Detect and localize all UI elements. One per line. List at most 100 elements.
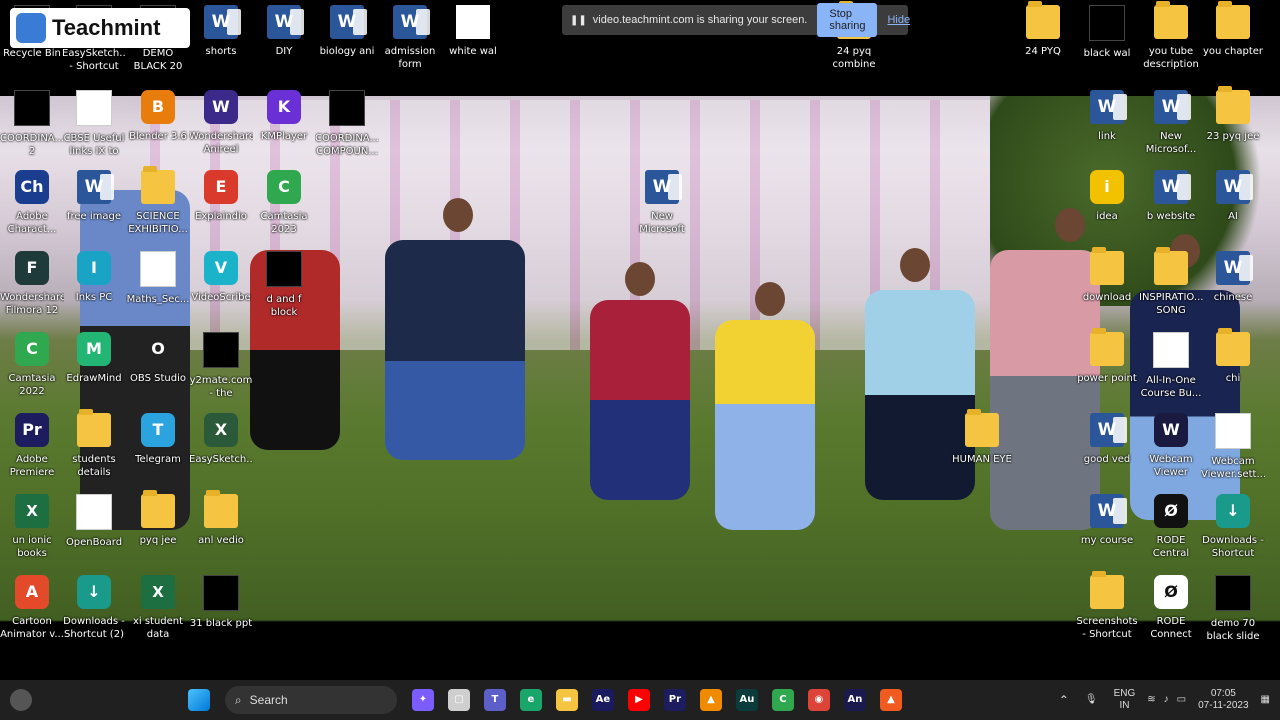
word-document-icon: W [1090, 90, 1127, 124]
battery-icon[interactable]: ▭ [1177, 694, 1186, 706]
desktop-icon[interactable]: chi [1201, 328, 1265, 412]
desktop-icon[interactable]: C Camtasia 2022 [0, 332, 64, 412]
youtube-icon[interactable]: ▶ [627, 689, 650, 711]
desktop-icon[interactable]: O OBS Studio [126, 332, 190, 412]
desktop-icon[interactable]: Wchinese [1201, 251, 1265, 331]
desktop-icon[interactable]: Xun ionic books [0, 494, 64, 574]
desktop-icon[interactable]: All-In-One Course Bu... [1139, 332, 1203, 412]
desktop-icon[interactable]: white wal [441, 5, 505, 85]
desktop-icon-label: Adobe Charact... [7, 211, 57, 235]
premiere-pro-icon[interactable]: Pr [663, 689, 686, 711]
desktop-icon[interactable]: 24 PYQ [1011, 1, 1075, 85]
desktop-icon[interactable]: Ch Adobe Charact... [0, 170, 64, 250]
file-explorer-icon[interactable]: ▬ [555, 689, 578, 711]
desktop-icon[interactable]: Wshorts [189, 5, 253, 85]
desktop-icon[interactable]: SCIENCE EXHIBITIO... [126, 166, 190, 250]
desktop-icon[interactable]: i idea [1075, 170, 1139, 250]
stop-sharing-button[interactable]: Stop sharing [817, 3, 878, 37]
desktop-icon[interactable]: pyq jee [126, 490, 190, 574]
start-button[interactable] [187, 689, 210, 711]
desktop-icon-label: AI [1228, 211, 1238, 222]
desktop-icon[interactable]: COORDINA... 2 [0, 90, 64, 170]
desktop-icon[interactable]: Wadmission form [378, 5, 442, 85]
after-effects-icon[interactable]: Ae [591, 689, 614, 711]
desktop-icon[interactable]: F Wondershare Filmora 12 [0, 251, 64, 331]
desktop-icon[interactable]: black wal [1075, 5, 1139, 85]
desktop-icon[interactable]: Wgood ved [1075, 413, 1139, 493]
desktop-icon[interactable]: anl vedio [189, 490, 253, 574]
desktop-icon[interactable]: Screenshots - Shortcut [1075, 571, 1139, 655]
desktop-icon[interactable]: 31 black ppt [189, 575, 253, 655]
desktop-icon[interactable]: T Telegram [126, 413, 190, 493]
desktop-icon[interactable]: students details [62, 409, 126, 493]
audition-icon[interactable]: Au [735, 689, 758, 711]
brave-icon[interactable]: ▲ [879, 689, 902, 711]
desktop-icon[interactable]: Wbiology ani [315, 5, 379, 85]
folder-icon [77, 409, 111, 447]
desktop-icon[interactable]: Wb website [1139, 170, 1203, 250]
camtasia-icon[interactable]: C [771, 689, 794, 711]
desktop-icon[interactable]: you tube description [1139, 1, 1203, 85]
desktop-icon[interactable]: INSPIRATIO... SONG [1139, 247, 1203, 331]
desktop-icon[interactable]: W New Microsof... [1139, 90, 1203, 170]
desktop-icon[interactable]: Ø RODE Connect [1139, 575, 1203, 655]
desktop-icon-label: 31 black ppt [189, 618, 253, 629]
desktop-icon[interactable]: ↓ Downloads - Shortcut [1201, 494, 1265, 574]
desktop-icon[interactable]: OpenBoard [62, 494, 126, 574]
desktop-icon[interactable]: Ø RODE Central [1139, 494, 1203, 574]
animate-icon[interactable]: An [843, 689, 866, 711]
desktop-icon[interactable]: download [1075, 247, 1139, 331]
desktop-icon[interactable]: K KMPlayer [252, 90, 316, 170]
notification-icon[interactable]: ▦ [1261, 694, 1270, 706]
desktop-icon[interactable]: W AI [1201, 170, 1265, 250]
desktop-icon[interactable]: X EasySketch... [189, 413, 253, 493]
volume-icon[interactable]: ♪ [1164, 694, 1169, 706]
desktop-icon[interactable]: V VideoScribe [189, 251, 253, 331]
clock[interactable]: 07:05 07-11-2023 [1198, 688, 1248, 712]
desktop-icon[interactable]: I Inks PC [62, 251, 126, 331]
chrome-icon[interactable]: ◉ [807, 689, 830, 711]
word-document-icon: W [1090, 494, 1127, 528]
copilot-icon[interactable]: ✦ [411, 689, 434, 711]
desktop-icon[interactable]: W DIY [252, 5, 316, 85]
desktop-icon[interactable]: Xxi student data [126, 575, 190, 655]
desktop-icon[interactable]: Wlink [1075, 90, 1139, 170]
desktop-icon[interactable]: B Blender 3.6 [126, 90, 190, 170]
desktop-icon[interactable]: COORDINA... COMPOUN... [315, 90, 379, 170]
taskbar-search[interactable]: ⌕ Search [224, 686, 397, 714]
desktop-icon[interactable]: W Webcam Viewer [1139, 413, 1203, 493]
desktop-icon[interactable]: C Camtasia 2023 [252, 170, 316, 250]
desktop-icon[interactable]: E Explaindio [189, 170, 253, 250]
edge-icon[interactable]: e [519, 689, 542, 711]
desktop-icon[interactable]: A Cartoon Animator v... [0, 575, 64, 655]
desktop-icon[interactable]: W Wondershare Anireel [189, 90, 253, 170]
microphone-icon[interactable]: 🎙 [1085, 694, 1098, 706]
desktop-icon[interactable]: CBSE Useful links IX to XII [62, 90, 126, 170]
teams-icon[interactable]: T [483, 689, 506, 711]
desktop-icon[interactable]: ↓ Downloads - Shortcut (2) [62, 575, 126, 655]
desktop-icon[interactable]: HUMAN EYE [950, 409, 1014, 493]
chevron-up-icon[interactable]: ⌃ [1059, 694, 1069, 706]
weather-icon[interactable] [10, 689, 32, 711]
desktop-icon-label: Webcam Viewer.sett... [1201, 456, 1265, 480]
desktop-icon[interactable]: W New Microsoft W... [630, 170, 694, 250]
desktop-icon[interactable]: you chapter [1201, 1, 1265, 85]
desktop-icon[interactable]: d and f block [252, 251, 316, 331]
wifi-icon[interactable]: ≋ [1147, 694, 1155, 706]
word-document-icon: W [77, 170, 114, 204]
desktop-icon[interactable]: Pr Adobe Premiere Pr... [0, 413, 64, 493]
vlc-icon[interactable]: ▲ [699, 689, 722, 711]
desktop-icon[interactable]: Webcam Viewer.sett... [1201, 413, 1265, 493]
desktop-icon[interactable]: power point [1075, 328, 1139, 412]
language-indicator[interactable]: ENG IN [1114, 688, 1136, 712]
desktop-icon[interactable]: Wmy course [1075, 494, 1139, 574]
desktop-icon[interactable]: 23 pyq jee [1201, 86, 1265, 170]
desktop-icon[interactable]: M EdrawMind [62, 332, 126, 412]
desktop-icon-label: COORDINA... COMPOUN... [315, 133, 379, 157]
desktop-icon[interactable]: Maths_Sec... [126, 251, 190, 331]
hide-button[interactable]: Hide [887, 14, 910, 26]
file-explorer-dark-icon[interactable]: ▢ [447, 689, 470, 711]
desktop-icon[interactable]: y2mate.com - the stranges... [189, 332, 253, 412]
desktop-icon[interactable]: Wfree image [62, 170, 126, 250]
desktop-icon[interactable]: demo 70 black slide [1201, 575, 1265, 655]
